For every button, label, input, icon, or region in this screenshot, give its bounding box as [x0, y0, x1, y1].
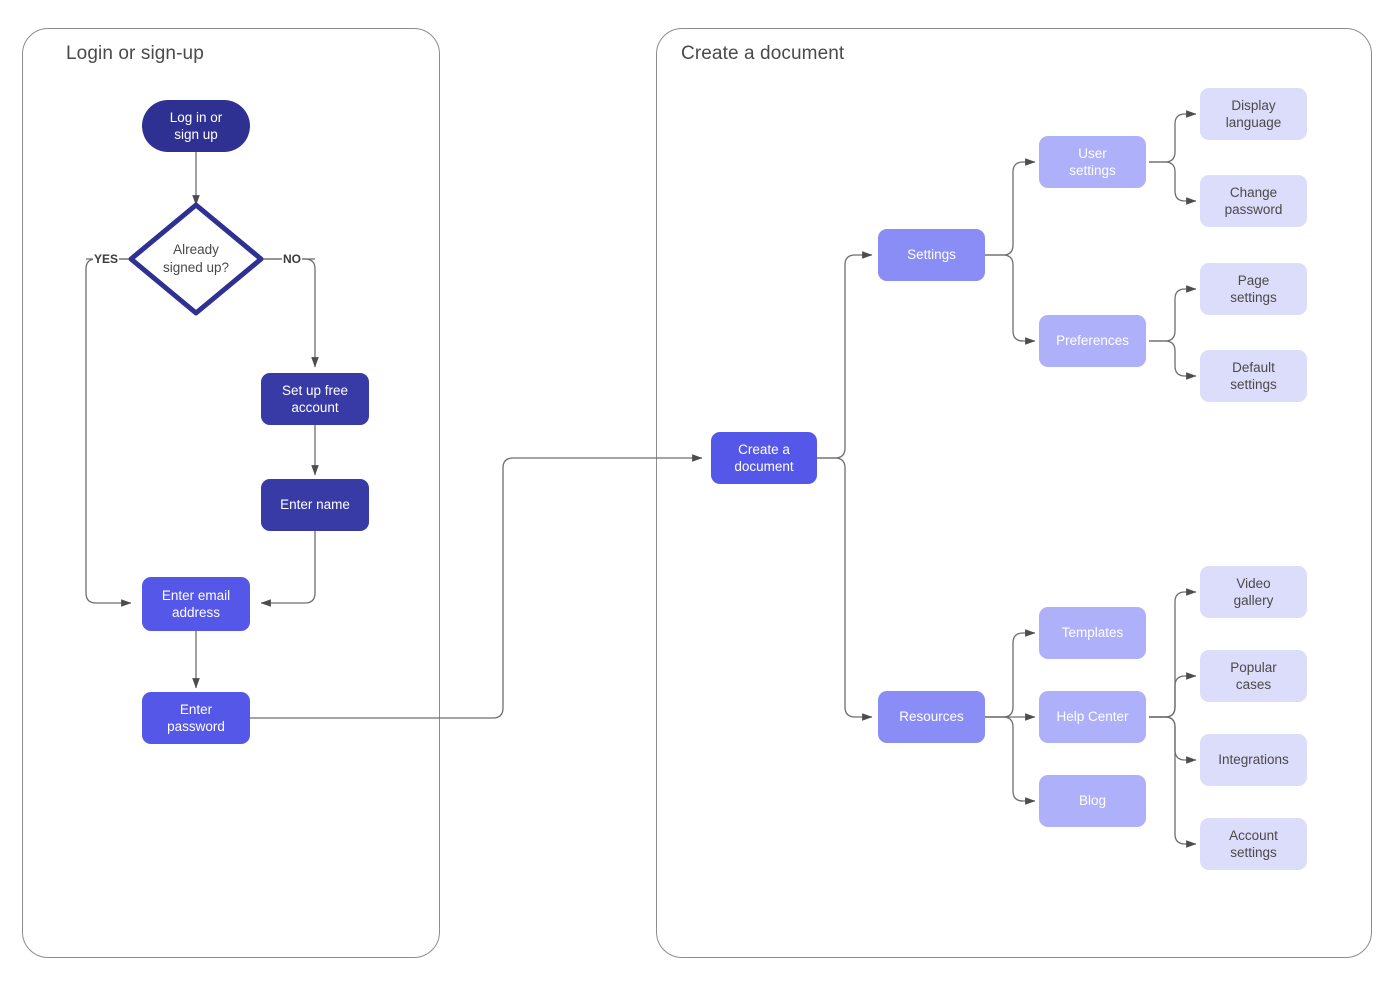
node-popular-cases[interactable]: Popular cases: [1200, 650, 1307, 702]
node-help-center[interactable]: Help Center: [1039, 691, 1146, 743]
flowchart-canvas: Login or sign-up Create a document Log i…: [0, 0, 1400, 990]
decision-label: Already signed up?: [162, 242, 230, 275]
edge-label-yes: YES: [93, 252, 120, 266]
node-already-signed-up[interactable]: Already signed up?: [131, 205, 261, 313]
node-templates[interactable]: Templates: [1039, 607, 1146, 659]
node-change-password[interactable]: Change password: [1200, 175, 1307, 227]
node-enter-name[interactable]: Enter name: [261, 479, 369, 531]
node-resources[interactable]: Resources: [878, 691, 985, 743]
node-default-settings[interactable]: Default settings: [1200, 350, 1307, 402]
login-signup-container-title: Login or sign-up: [66, 43, 204, 64]
node-blog[interactable]: Blog: [1039, 775, 1146, 827]
node-settings[interactable]: Settings: [878, 229, 985, 281]
node-integrations[interactable]: Integrations: [1200, 734, 1307, 786]
node-display-language[interactable]: Display language: [1200, 88, 1307, 140]
node-video-gallery[interactable]: Video gallery: [1200, 566, 1307, 618]
node-create-a-document[interactable]: Create a document: [711, 432, 817, 484]
node-log-in-or-sign-up[interactable]: Log in or sign up: [142, 100, 250, 152]
create-document-container-title: Create a document: [681, 43, 845, 64]
node-preferences[interactable]: Preferences: [1039, 315, 1146, 367]
node-enter-password[interactable]: Enter password: [142, 692, 250, 744]
node-user-settings[interactable]: User settings: [1039, 136, 1146, 188]
node-page-settings[interactable]: Page settings: [1200, 263, 1307, 315]
node-account-settings[interactable]: Account settings: [1200, 818, 1307, 870]
login-signup-container: [22, 28, 440, 958]
node-set-up-free-account[interactable]: Set up free account: [261, 373, 369, 425]
edge-label-no: NO: [282, 252, 302, 266]
node-enter-email-address[interactable]: Enter email address: [142, 577, 250, 631]
